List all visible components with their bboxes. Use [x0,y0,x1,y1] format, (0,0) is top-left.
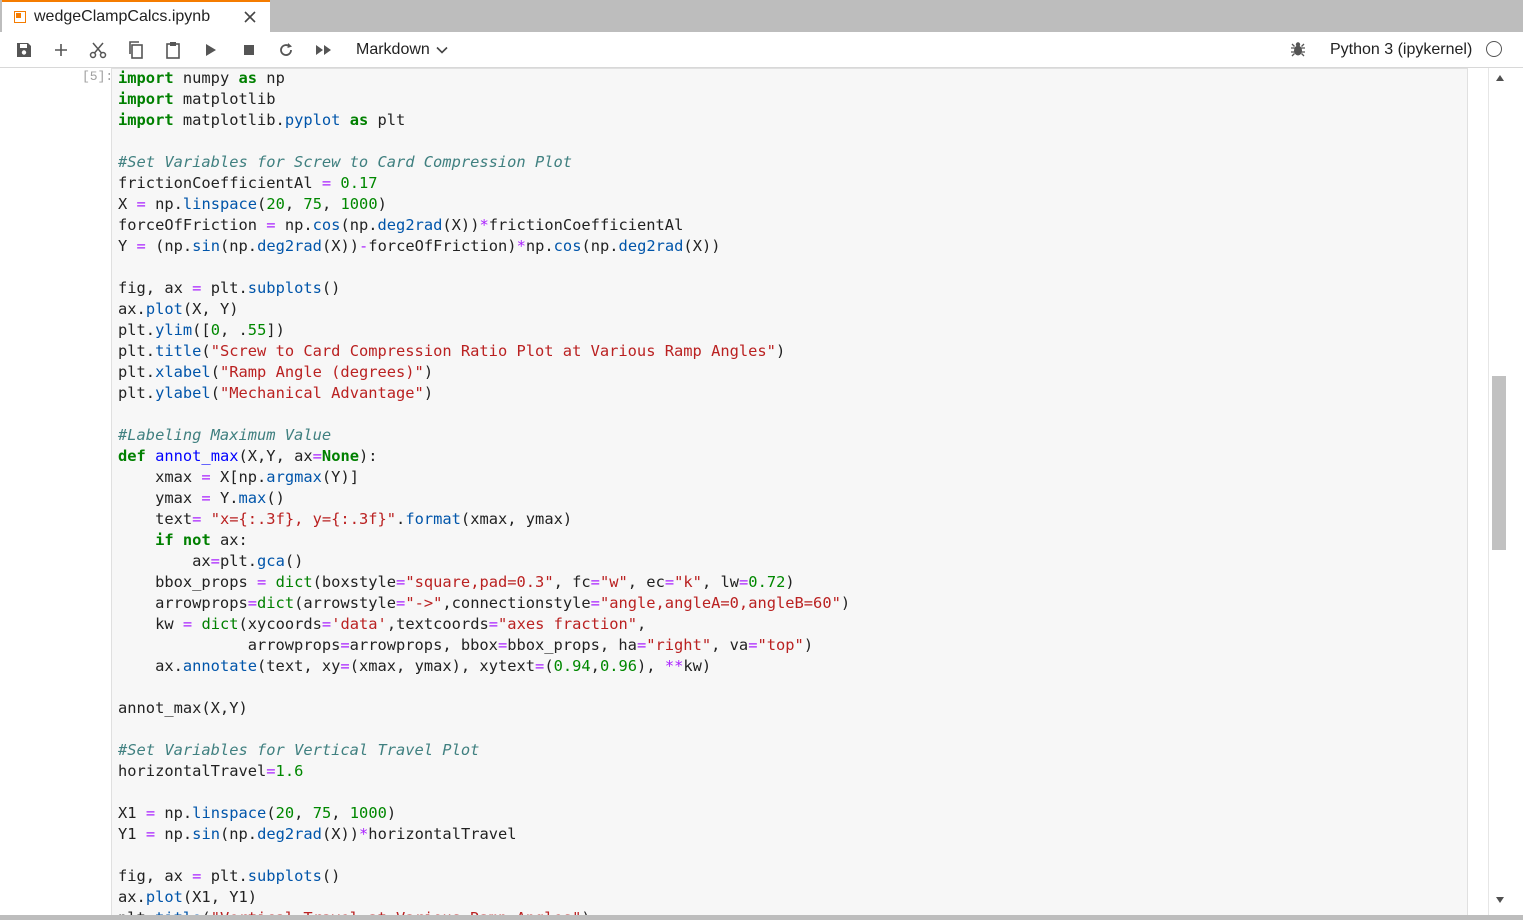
code-line: ymax = Y.max() [118,489,285,507]
code-line: kw = dict(xycoords='data',textcoords="ax… [118,615,647,633]
code-line: horizontalTravel=1.6 [118,762,304,780]
code-line: text= "x={:.3f}, y={:.3f}".format(xmax, … [118,510,573,528]
scroll-down-icon[interactable] [1495,896,1505,904]
scissors-icon[interactable] [87,40,109,60]
code-line: plt.ylabel("Mechanical Advantage") [118,384,434,402]
tab-bar: wedgeClampCalcs.ipynb [0,0,1523,32]
code-line: import matplotlib.pyplot as plt [118,111,406,129]
scroll-up-icon[interactable] [1495,74,1505,82]
code-editor[interactable]: import numpy as np import matplotlib impor… [118,68,850,915]
tab-title: wedgeClampCalcs.ipynb [34,8,211,25]
code-line: #Labeling Maximum Value [118,426,332,444]
code-line: def annot_max(X,Y, ax=None): [118,447,378,465]
notebook-toolbar: Markdown Python 3 (ipykernel) [0,32,1523,68]
kernel-name[interactable]: Python 3 (ipykernel) [1330,40,1472,60]
bug-icon[interactable] [1290,41,1306,62]
scroll-thumb[interactable] [1492,376,1506,550]
code-line: fig, ax = plt.subplots() [118,279,341,297]
cell-prompt: [5]: [82,69,114,84]
restart-icon[interactable] [275,40,297,60]
window-bottom-border [0,915,1523,920]
cell-type-select[interactable]: Markdown [356,40,448,60]
kernel-status-icon [1486,41,1502,57]
code-line: #Set Variables for Vertical Travel Plot [118,741,480,759]
code-line: bbox_props = dict(boxstyle="square,pad=0… [118,573,795,591]
paste-icon[interactable] [162,40,184,60]
code-line: plt.ylim([0, .55]) [118,321,285,339]
play-icon[interactable] [200,40,222,60]
notebook-panel: [5]: import numpy as np import matplotlib… [0,68,1523,915]
copy-icon[interactable] [125,40,147,60]
code-line: plt.xlabel("Ramp Angle (degrees)") [118,363,434,381]
code-line: Y = (np.sin(np.deg2rad(X))-forceOfFricti… [118,237,721,255]
notebook-icon [14,11,26,23]
code-line: plt.title("Vertical Travel at Various Ra… [118,908,850,915]
scrollbar[interactable] [1488,68,1510,915]
code-line: arrowprops=dict(arrowstyle="->",connecti… [118,594,851,612]
code-line: import numpy as np [118,69,285,87]
code-line: #Set Variables for Screw to Card Compres… [118,153,573,171]
close-icon[interactable] [240,7,260,27]
code-line: plt.title("Screw to Card Compression Rat… [118,342,786,360]
stop-icon[interactable] [238,40,260,60]
chevron-down-icon [436,46,448,54]
code-line: X = np.linspace(20, 75, 1000) [118,195,387,213]
code-line: X1 = np.linspace(20, 75, 1000) [118,804,397,822]
code-line: ax=plt.gca() [118,552,304,570]
code-line: xmax = X[np.argmax(Y)] [118,468,359,486]
code-line: import matplotlib [118,90,276,108]
code-line: ax.plot(X1, Y1) [118,888,258,906]
code-line: Y1 = np.sin(np.deg2rad(X))*horizontalTra… [118,825,517,843]
code-line: ax.annotate(text, xy=(xmax, ymax), xytex… [118,657,712,675]
code-line: arrowprops=arrowprops, bbox=bbox_props, … [118,636,814,654]
notebook-tab[interactable]: wedgeClampCalcs.ipynb [2,0,270,32]
plus-icon[interactable] [50,40,72,60]
code-line: fig, ax = plt.subplots() [118,867,341,885]
code-line: frictionCoefficientAl = 0.17 [118,174,378,192]
code-line: annot_max(X,Y) [118,699,248,717]
save-icon[interactable] [13,40,35,60]
code-line: ax.plot(X, Y) [118,300,239,318]
code-line: if not ax: [155,531,248,549]
fast-forward-icon[interactable] [313,40,335,60]
code-line: forceOfFriction = np.cos(np.deg2rad(X))*… [118,216,684,234]
cell-type-value: Markdown [356,41,430,58]
